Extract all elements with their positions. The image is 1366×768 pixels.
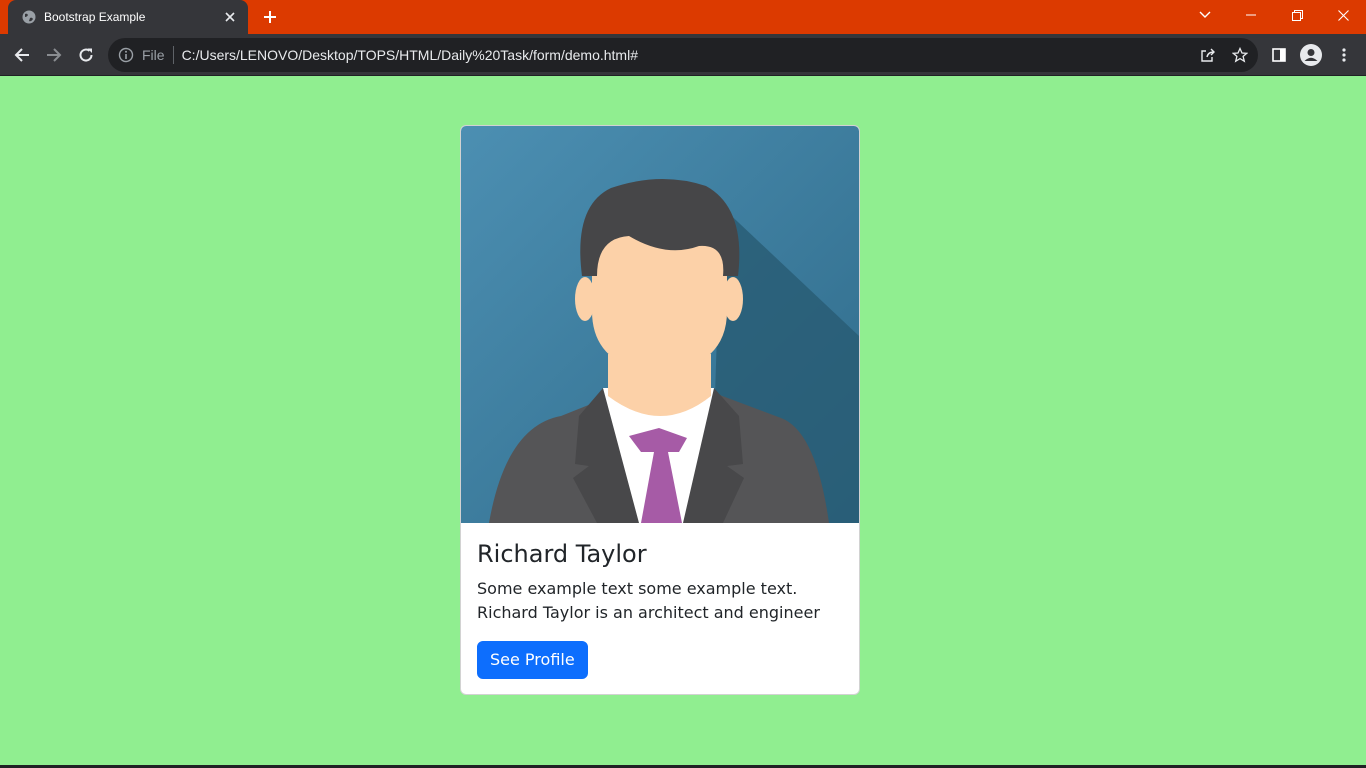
tab-search-button[interactable] [1182, 0, 1228, 30]
restore-icon [1291, 9, 1303, 21]
card-title: Richard Taylor [477, 540, 647, 568]
card-body: Richard Taylor Some example text some ex… [461, 523, 859, 694]
restore-button[interactable] [1274, 0, 1320, 30]
close-window-button[interactable] [1320, 0, 1366, 30]
profile-button[interactable] [1297, 41, 1325, 69]
url-text[interactable]: C:/Users/LENOVO/Desktop/TOPS/HTML/Daily%… [182, 47, 638, 63]
businessman-avatar-image [461, 126, 859, 523]
info-icon[interactable] [118, 47, 134, 63]
see-profile-button[interactable]: See Profile [477, 640, 588, 679]
chevron-down-icon [1199, 11, 1211, 18]
arrow-left-icon [14, 48, 29, 62]
forward-button[interactable] [40, 41, 68, 69]
reload-icon [79, 48, 93, 62]
address-bar[interactable]: File C:/Users/LENOVO/Desktop/TOPS/HTML/D… [108, 38, 1258, 72]
divider [172, 46, 174, 64]
menu-button[interactable] [1330, 41, 1358, 69]
minimize-button[interactable] [1228, 0, 1274, 30]
bookmark-star-icon[interactable] [1227, 42, 1253, 68]
profile-card: Richard Taylor Some example text some ex… [460, 125, 860, 695]
profile-avatar-icon [1300, 44, 1322, 66]
globe-icon [22, 10, 36, 24]
share-icon[interactable] [1195, 42, 1221, 68]
plus-icon [264, 11, 276, 23]
new-tab-button[interactable] [258, 6, 282, 28]
side-panel-icon [1272, 48, 1286, 62]
scheme-label: File [142, 47, 165, 63]
reload-button[interactable] [72, 41, 100, 69]
close-tab-icon[interactable] [222, 9, 238, 25]
browser-tab[interactable]: Bootstrap Example [8, 0, 248, 34]
arrow-right-icon [47, 48, 62, 62]
minimize-icon [1246, 14, 1256, 16]
close-icon [1337, 9, 1349, 21]
browser-toolbar: File C:/Users/LENOVO/Desktop/TOPS/HTML/D… [0, 34, 1366, 76]
back-button[interactable] [8, 41, 36, 69]
kebab-menu-icon [1342, 48, 1346, 62]
tab-title: Bootstrap Example [44, 10, 146, 24]
card-text: Some example text some example text. Ric… [477, 578, 820, 622]
tab-strip: Bootstrap Example [0, 0, 1366, 34]
side-panel-button[interactable] [1265, 41, 1293, 69]
